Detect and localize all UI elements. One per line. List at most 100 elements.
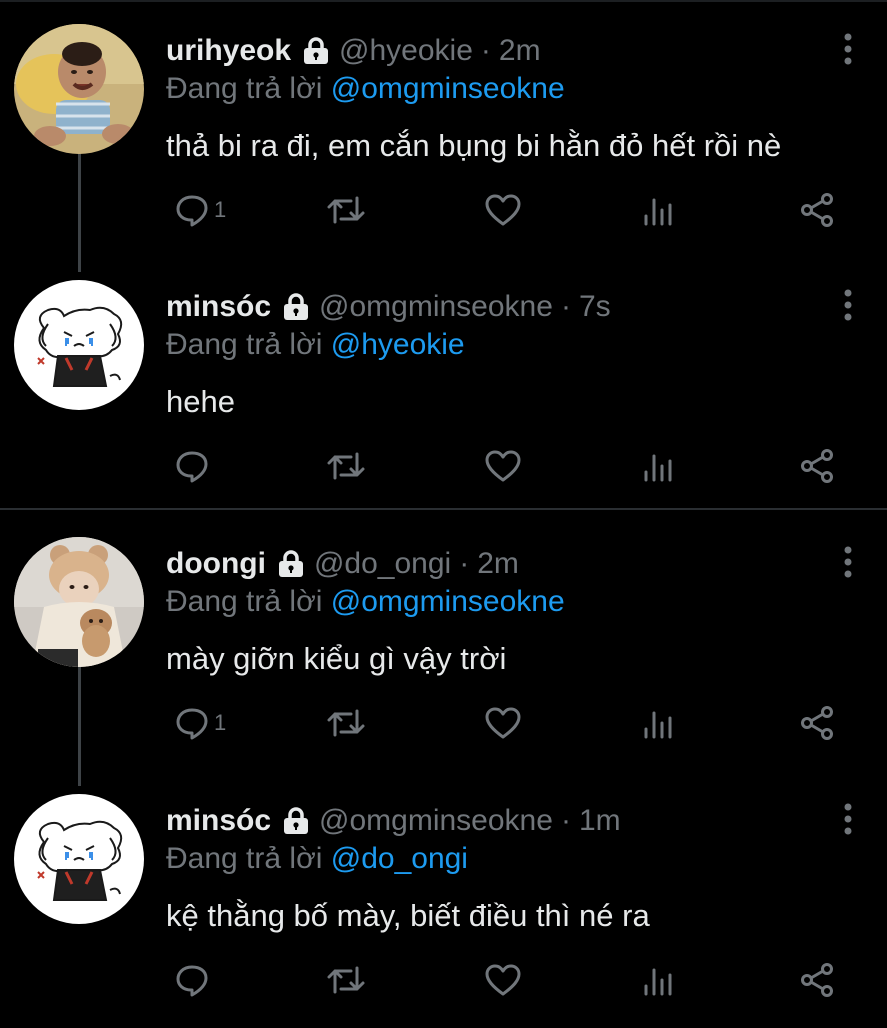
tweet[interactable]: urihyeok @hyeokie · 2m Đang trả lời @omg… bbox=[0, 8, 887, 258]
replying-label: Đang trả lời bbox=[166, 72, 323, 105]
author-handle[interactable]: @hyeokie bbox=[339, 34, 473, 68]
separator-dot: · bbox=[480, 34, 491, 67]
tweet-header: minsóc @omgminseokne · 1m bbox=[166, 800, 621, 842]
retweet-button[interactable] bbox=[326, 950, 366, 1010]
mention-link[interactable]: @hyeokie bbox=[331, 328, 465, 361]
retweet-icon bbox=[327, 966, 365, 994]
avatar[interactable] bbox=[14, 794, 144, 924]
replying-to: Đang trả lời @omgminseokne bbox=[166, 72, 565, 106]
action-bar: 1 bbox=[166, 180, 866, 240]
like-icon bbox=[485, 964, 521, 996]
author-handle[interactable]: @omgminseokne bbox=[319, 804, 553, 838]
more-icon[interactable] bbox=[836, 545, 860, 579]
views-icon bbox=[644, 198, 672, 226]
tweet-text: thả bi ra đi, em cắn bụng bi hằn đỏ hết … bbox=[166, 128, 782, 163]
replying-to: Đang trả lời @omgminseokne bbox=[166, 585, 565, 619]
avatar[interactable] bbox=[14, 24, 144, 154]
author-name[interactable]: urihyeok bbox=[166, 34, 291, 68]
baby-photo-avatar bbox=[14, 24, 144, 154]
timestamp[interactable]: 7s bbox=[579, 290, 611, 324]
mention-link[interactable]: @do_ongi bbox=[331, 842, 468, 875]
reply-button[interactable]: 1 bbox=[174, 693, 226, 753]
mention-link[interactable]: @omgminseokne bbox=[331, 585, 565, 618]
retweet-icon bbox=[327, 709, 365, 737]
reply-count: 1 bbox=[214, 710, 227, 735]
tweet-text: kệ thằng bố mày, biết điều thì né ra bbox=[166, 898, 650, 933]
views-button[interactable] bbox=[642, 693, 676, 753]
like-icon bbox=[485, 194, 521, 226]
share-icon bbox=[801, 193, 833, 227]
share-icon bbox=[801, 449, 833, 483]
views-icon bbox=[644, 454, 672, 482]
retweet-button[interactable] bbox=[326, 436, 366, 496]
replying-to: Đang trả lời @do_ongi bbox=[166, 842, 468, 876]
reply-button[interactable] bbox=[174, 950, 214, 1010]
crying-dog-drawing-avatar bbox=[14, 280, 144, 410]
like-icon bbox=[485, 707, 521, 739]
share-button[interactable] bbox=[798, 180, 836, 240]
more-icon[interactable] bbox=[836, 288, 860, 322]
share-button[interactable] bbox=[798, 950, 836, 1010]
author-name[interactable]: minsóc bbox=[166, 804, 271, 838]
tweet-header: urihyeok @hyeokie · 2m bbox=[166, 30, 541, 72]
like-button[interactable] bbox=[484, 180, 522, 240]
more-icon[interactable] bbox=[836, 802, 860, 836]
lock-icon bbox=[304, 37, 329, 64]
like-button[interactable] bbox=[484, 693, 522, 753]
timestamp[interactable]: 2m bbox=[499, 34, 541, 68]
replying-label: Đang trả lời bbox=[166, 585, 323, 618]
reply-button[interactable] bbox=[174, 436, 214, 496]
lock-icon bbox=[284, 807, 309, 834]
share-icon bbox=[801, 706, 833, 740]
lock-icon bbox=[278, 550, 303, 577]
retweet-button[interactable] bbox=[326, 180, 366, 240]
separator-dot: · bbox=[560, 290, 571, 323]
replying-label: Đang trả lời bbox=[166, 842, 323, 875]
like-button[interactable] bbox=[484, 436, 522, 496]
author-name[interactable]: minsóc bbox=[166, 290, 271, 324]
timestamp[interactable]: 1m bbox=[579, 804, 621, 838]
views-icon bbox=[644, 968, 672, 996]
reply-icon bbox=[176, 451, 208, 483]
views-button[interactable] bbox=[642, 950, 676, 1010]
tweet[interactable]: minsóc @omgminseokne · 1m Đang trả lời @… bbox=[0, 778, 887, 1028]
separator-dot: · bbox=[560, 804, 571, 837]
top-divider bbox=[0, 0, 887, 2]
tweet-text: mày giỡn kiểu gì vậy trời bbox=[166, 641, 507, 676]
tweet-header: minsóc @omgminseokne · 7s bbox=[166, 286, 611, 328]
tweet-header: doongi @do_ongi · 2m bbox=[166, 543, 519, 585]
reply-button[interactable]: 1 bbox=[174, 180, 226, 240]
bear-hat-person-avatar bbox=[14, 537, 144, 667]
tweet[interactable]: doongi @do_ongi · 2m Đang trả lời @omgmi… bbox=[0, 521, 887, 771]
avatar[interactable] bbox=[14, 280, 144, 410]
views-button[interactable] bbox=[642, 436, 676, 496]
mention-link[interactable]: @omgminseokne bbox=[331, 72, 565, 105]
lock-icon bbox=[284, 293, 309, 320]
share-icon bbox=[801, 963, 833, 997]
avatar[interactable] bbox=[14, 537, 144, 667]
retweet-button[interactable] bbox=[326, 693, 366, 753]
action-bar bbox=[166, 950, 866, 1010]
reply-icon bbox=[176, 965, 208, 997]
author-name[interactable]: doongi bbox=[166, 547, 266, 581]
like-button[interactable] bbox=[484, 950, 522, 1010]
retweet-icon bbox=[327, 196, 365, 224]
views-button[interactable] bbox=[642, 180, 676, 240]
share-button[interactable] bbox=[798, 693, 836, 753]
views-icon bbox=[644, 711, 672, 739]
replying-label: Đang trả lời bbox=[166, 328, 323, 361]
timestamp[interactable]: 2m bbox=[477, 547, 519, 581]
like-icon bbox=[485, 450, 521, 482]
separator-dot: · bbox=[459, 547, 470, 580]
author-handle[interactable]: @omgminseokne bbox=[319, 290, 553, 324]
reply-icon bbox=[176, 195, 208, 227]
author-handle[interactable]: @do_ongi bbox=[314, 547, 451, 581]
more-icon[interactable] bbox=[836, 32, 860, 66]
share-button[interactable] bbox=[798, 436, 836, 496]
action-bar: 1 bbox=[166, 693, 866, 753]
tweet-text: hehe bbox=[166, 384, 235, 419]
retweet-icon bbox=[327, 452, 365, 480]
crying-dog-drawing-avatar bbox=[14, 794, 144, 924]
replying-to: Đang trả lời @hyeokie bbox=[166, 328, 465, 362]
tweet[interactable]: minsóc @omgminseokne · 7s Đang trả lời @… bbox=[0, 264, 887, 514]
